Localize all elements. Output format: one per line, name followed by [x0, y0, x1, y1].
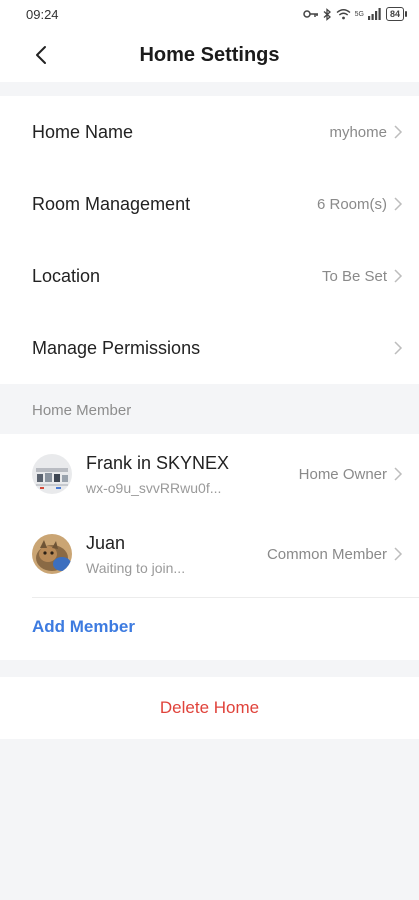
- settings-card: Home Name myhome Room Management 6 Room(…: [0, 96, 419, 384]
- member-name: Frank in SKYNEX: [86, 453, 230, 473]
- battery-icon: 84: [385, 7, 408, 21]
- chevron-right-icon: [394, 125, 403, 139]
- page-title: Home Settings: [139, 43, 280, 66]
- member-role-label: Common Member: [266, 545, 387, 563]
- back-button[interactable]: [26, 40, 56, 70]
- home-name-row[interactable]: Home Name myhome: [0, 96, 419, 168]
- home-name-label: Home Name: [32, 121, 134, 142]
- location-row[interactable]: Location To Be Set: [0, 240, 419, 312]
- avatar-image: [32, 454, 72, 494]
- member-info: Juan Waiting to join...: [86, 532, 267, 576]
- room-management-label: Room Management: [32, 193, 191, 214]
- chevron-right-icon: [394, 341, 403, 355]
- battery-level: 84: [389, 9, 400, 19]
- avatar: [32, 454, 72, 494]
- room-management-row[interactable]: Room Management 6 Room(s): [0, 168, 419, 240]
- member-role: Common Member: [267, 546, 403, 563]
- member-info: Frank in SKYNEX wx-o9u_svvRRwu0f...: [86, 452, 299, 496]
- home-member-section-label: Home Member: [32, 402, 132, 419]
- member-name: Juan: [86, 533, 126, 553]
- bluetooth-icon: [323, 7, 331, 21]
- header-bar: Home Settings: [0, 28, 419, 82]
- status-icons: 5G 84: [302, 7, 408, 21]
- member-role: Home Owner: [299, 466, 403, 483]
- member-row-owner[interactable]: Frank in SKYNEX wx-o9u_svvRRwu0f... Home…: [0, 434, 419, 514]
- network-type: 5G: [354, 10, 364, 18]
- avatar-image: [32, 534, 72, 574]
- delete-home-button[interactable]: Delete Home: [0, 698, 419, 718]
- chevron-right-icon: [394, 547, 403, 561]
- chevron-right-icon: [394, 269, 403, 283]
- key-icon: [302, 10, 318, 18]
- status-time: 09:24: [26, 6, 59, 22]
- location-value: To Be Set: [321, 267, 387, 285]
- home-name-value: myhome: [329, 123, 387, 141]
- chevron-left-icon: [36, 46, 46, 64]
- avatar: [32, 534, 72, 574]
- member-status: Waiting to join...: [86, 560, 186, 576]
- home-settings-screen: 09:24 5G 84 Home Settings Home Name myho…: [0, 0, 419, 900]
- status-bar: 09:24 5G 84: [0, 0, 419, 28]
- divider: [32, 597, 419, 598]
- manage-permissions-row[interactable]: Manage Permissions: [0, 312, 419, 384]
- add-member-button[interactable]: Add Member: [32, 617, 135, 637]
- member-role-label: Home Owner: [298, 465, 387, 483]
- location-label: Location: [32, 265, 101, 286]
- member-account: wx-o9u_svvRRwu0f...: [86, 480, 222, 496]
- chevron-right-icon: [394, 467, 403, 481]
- room-count-value: 6 Room(s): [316, 195, 387, 213]
- member-row-common[interactable]: Juan Waiting to join... Common Member: [0, 514, 419, 594]
- signal-icon: [367, 8, 381, 20]
- wifi-icon: [336, 9, 351, 20]
- manage-permissions-label: Manage Permissions: [32, 337, 201, 358]
- chevron-right-icon: [394, 197, 403, 211]
